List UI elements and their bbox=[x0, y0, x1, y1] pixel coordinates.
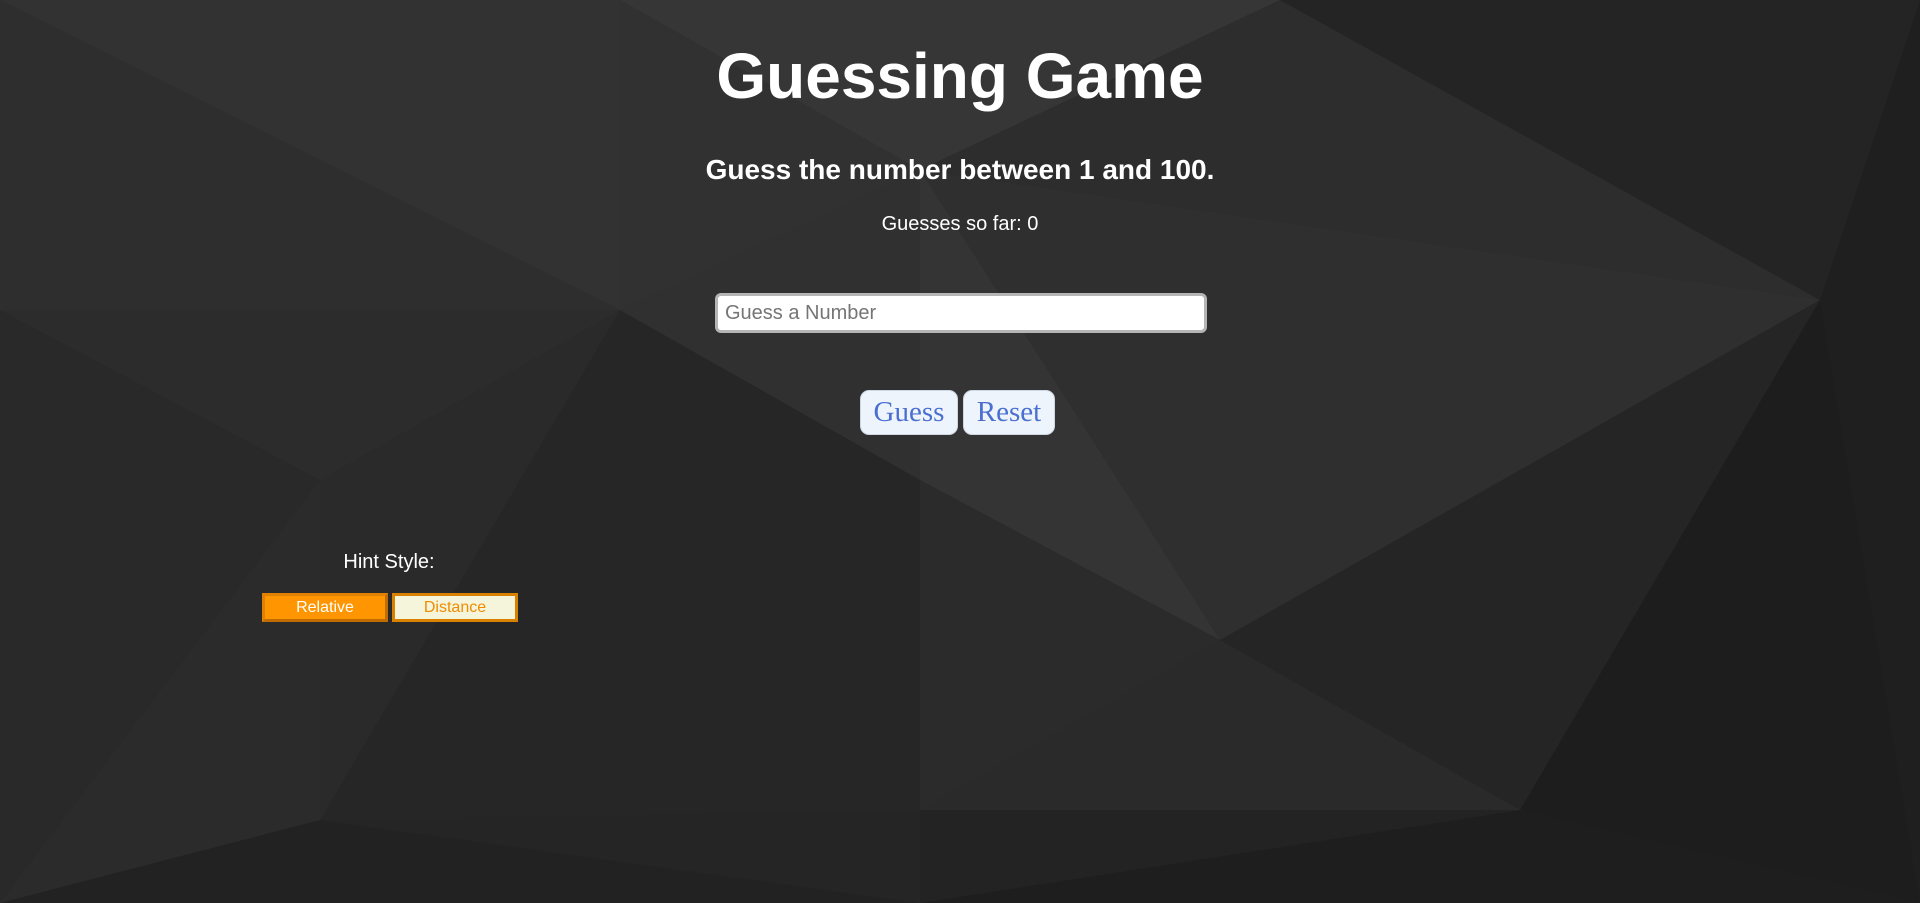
guess-counter: Guesses so far: 0 bbox=[881, 213, 1039, 235]
page-title: Guessing Game bbox=[716, 40, 1204, 112]
reset-button[interactable]: Reset bbox=[963, 390, 1055, 435]
guess-input[interactable] bbox=[715, 293, 1207, 333]
hint-relative-button[interactable]: Relative bbox=[262, 593, 388, 622]
hint-style-label: Hint Style: bbox=[343, 551, 435, 573]
guess-button[interactable]: Guess bbox=[860, 390, 958, 435]
game-instructions: Guess the number between 1 and 100. bbox=[705, 154, 1215, 185]
hint-distance-button[interactable]: Distance bbox=[392, 593, 518, 622]
game-container: Guessing Game Guess the number between 1… bbox=[0, 0, 1920, 903]
